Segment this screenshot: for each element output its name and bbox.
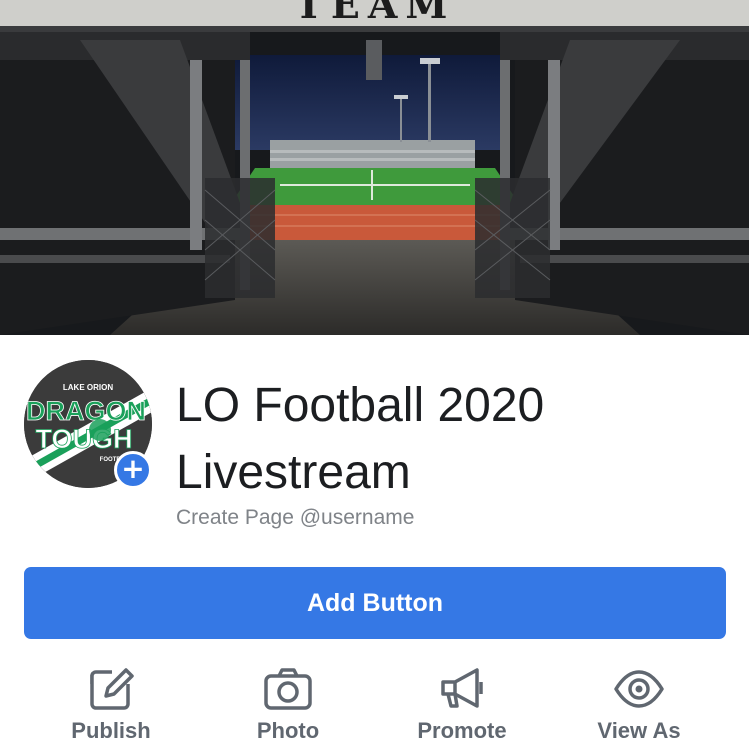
eye-icon bbox=[614, 670, 664, 708]
dragon-icon bbox=[89, 419, 111, 441]
megaphone-icon bbox=[441, 668, 483, 708]
view-as-label: View As bbox=[597, 718, 681, 743]
cover-sign-text: TEAM bbox=[294, 0, 456, 27]
cover-photo[interactable]: TEAM bbox=[0, 0, 749, 335]
edit-icon bbox=[90, 664, 136, 710]
photo-label: Photo bbox=[256, 718, 320, 743]
logo-line2-text: TOUGH bbox=[35, 424, 132, 454]
view-as-button[interactable]: View As bbox=[564, 664, 714, 744]
logo-top-text: LAKE ORION bbox=[63, 383, 113, 392]
publish-button[interactable]: Publish bbox=[36, 664, 186, 744]
add-button[interactable]: Add Button bbox=[24, 567, 726, 639]
page-title-line2: Livestream bbox=[176, 446, 411, 499]
create-username-link[interactable]: Create Page @username bbox=[176, 506, 414, 530]
promote-label: Promote bbox=[417, 718, 507, 743]
logo-line1-text: DRAGON bbox=[26, 396, 146, 426]
page-title-line1: LO Football 2020 bbox=[176, 379, 545, 432]
promote-button[interactable]: Promote bbox=[387, 664, 537, 744]
publish-label: Publish bbox=[71, 718, 151, 743]
cover-photo-scene bbox=[0, 0, 749, 335]
photo-button[interactable]: Photo bbox=[213, 664, 363, 744]
camera-icon bbox=[264, 668, 312, 710]
page-title: LO Football 2020 Livestream bbox=[176, 372, 716, 506]
add-profile-photo-button[interactable]: + bbox=[114, 451, 152, 489]
